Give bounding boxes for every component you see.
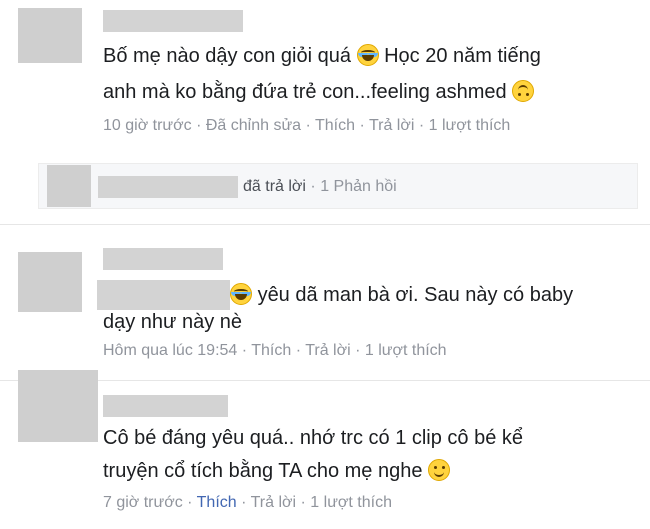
comment-meta: 7 giờ trước · Thích · Trả lời · 1 lượt t… [103, 494, 392, 511]
timestamp[interactable]: 7 giờ trước [103, 494, 183, 511]
comment-text-line-1: Cô bé đáng yêu quá.. nhớ trc có 1 clip c… [103, 423, 523, 453]
commenter-name-redacted[interactable] [103, 10, 243, 32]
edited-label[interactable]: Đã chỉnh sửa [206, 117, 301, 134]
comment-text-line-2: dạy như này nè [103, 307, 242, 337]
reply-button[interactable]: Trả lời [305, 342, 350, 359]
like-count[interactable]: 1 lượt thích [310, 494, 392, 511]
like-button[interactable]: Thích [315, 117, 355, 134]
comment-text: Học 20 năm tiếng [384, 45, 541, 67]
comment-text: yêu dã man bà ơi. Sau này có baby [257, 284, 574, 306]
reply-button[interactable]: Trả lời [369, 117, 414, 134]
timestamp[interactable]: 10 giờ trước [103, 117, 192, 134]
comment-text: anh mà ko bằng đứa trẻ con...feeling ash… [103, 81, 507, 103]
avatar[interactable] [18, 370, 98, 442]
reply-button[interactable]: Trả lời [251, 494, 296, 511]
avatar [47, 165, 91, 207]
reply-count[interactable]: 1 Phản hồi [320, 178, 397, 195]
like-count[interactable]: 1 lượt thích [365, 342, 447, 359]
comment-meta: 10 giờ trước · Đã chỉnh sửa · Thích · Tr… [103, 117, 511, 134]
laughing-emoji-icon [230, 283, 252, 305]
timestamp[interactable]: Hôm qua lúc 19:54 [103, 342, 237, 359]
like-button[interactable]: Thích [197, 494, 237, 511]
mentioned-name-redacted[interactable] [97, 280, 230, 310]
comment-text: Bố mẹ nào dậy con giỏi quá [103, 45, 351, 67]
commenter-name-redacted[interactable] [103, 395, 228, 417]
comment-meta: Hôm qua lúc 19:54 · Thích · Trả lời · 1 … [103, 342, 447, 359]
comment-text: truyện cổ tích bằng TA cho mẹ nghe [103, 460, 423, 482]
laughing-emoji-icon [356, 44, 379, 66]
replier-name-redacted[interactable] [98, 176, 238, 198]
comment-text-line-2: truyện cổ tích bằng TA cho mẹ nghe [103, 456, 451, 486]
like-button[interactable]: Thích [251, 342, 291, 359]
divider [0, 224, 650, 225]
avatar[interactable] [18, 252, 82, 312]
replied-label: đã trả lời [243, 178, 306, 195]
comment-text-line-1: yêu dã man bà ơi. Sau này có baby [230, 280, 573, 310]
reply-summary-text[interactable]: đã trả lời · 1 Phản hồi [243, 178, 397, 196]
comment-text: Cô bé đáng yêu quá.. nhớ trc có 1 clip c… [103, 427, 524, 449]
smiling-face-emoji-icon [428, 459, 451, 481]
commenter-name-redacted[interactable] [103, 248, 223, 270]
avatar[interactable] [18, 8, 82, 63]
comment-text: dạy như này nè [103, 311, 243, 333]
comment-text-line-2: anh mà ko bằng đứa trẻ con...feeling ash… [103, 77, 535, 107]
comment-text-line-1: Bố mẹ nào dậy con giỏi quá Học 20 năm ti… [103, 41, 541, 71]
upside-down-face-emoji-icon [512, 80, 535, 102]
like-count[interactable]: 1 lượt thích [429, 117, 511, 134]
